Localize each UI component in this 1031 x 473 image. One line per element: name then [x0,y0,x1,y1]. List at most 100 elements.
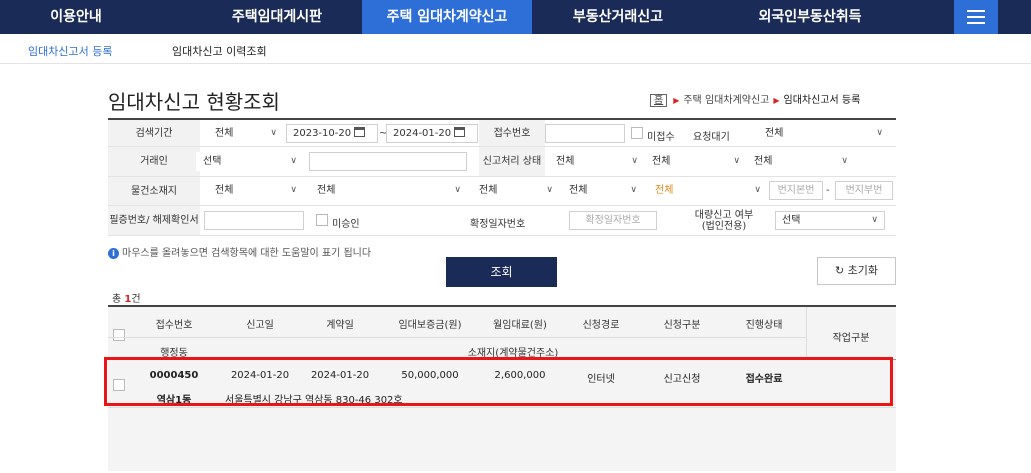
page-title: 임대차신고 현황조회 [108,90,280,114]
breadcrumb-mid[interactable]: 주택 임대차계약신고 [683,95,769,106]
process-select-2-value: 전체 [652,156,671,167]
chevron-down-icon: ∨ [630,185,637,195]
breadcrumb: 홈 ▶ 주택 임대차계약신고 ▶ 임대차신고서 등록 [650,91,861,107]
nav-item-guide[interactable]: 이용안내 [0,0,152,34]
hamburger-icon[interactable] [954,0,998,34]
chevron-down-icon: ∨ [290,156,297,166]
main-lot-input[interactable]: 번지본번 [769,181,823,200]
unreceived-checkbox[interactable] [631,127,643,139]
calendar-icon[interactable] [354,127,366,137]
location-select-5[interactable]: 전체 ∨ [648,181,768,200]
nav-item-realestate-report[interactable]: 부동산거래신고 [542,0,694,34]
subnav-history[interactable]: 임대차신고 이력조회 [172,43,267,59]
search-form: 검색기간 전체 ∨ 2023-10-20 ~ 2024-01-20 접수번호 미접… [108,118,896,236]
sub-lot-input[interactable]: 번지부번 [835,181,893,200]
location-select-3[interactable]: 전체 ∨ [472,181,560,200]
party-label: 거래인 [108,147,200,176]
total-suffix: 건 [131,294,141,305]
fixed-date-input[interactable]: 확정일자번호 [569,211,657,230]
location-select-5-value: 전체 [655,185,674,196]
process-select-1[interactable]: 전체 ∨ [549,152,645,171]
chevron-right-icon: ▶ [673,96,680,105]
process-select-2[interactable]: 전체 ∨ [645,152,747,171]
bulk-label: 대량신고 여부 (법인전용) [694,210,754,232]
receipt-no-label: 접수번호 [479,120,545,146]
process-select-3-value: 전체 [754,156,773,167]
chevron-down-icon: ∨ [876,128,883,138]
request-wait-value: 전체 [765,128,784,139]
chevron-down-icon: ∨ [754,185,761,195]
chevron-down-icon: ∨ [871,215,878,225]
header-vdivider [806,307,807,359]
form-row-party: 거래인 선택 ∨ 신고처리 상태 전체 ∨ 전체 ∨ 전체 ∨ [108,147,896,177]
nav-item-rental-report[interactable]: 주택 임대차계약신고 [362,0,532,34]
fixed-date-label: 확정일자번호 [470,219,526,230]
unapproved-checkbox[interactable] [316,214,328,226]
chevron-down-icon: ∨ [733,156,740,166]
process-select-1-value: 전체 [556,156,575,167]
total-prefix: 총 [112,294,125,305]
th-receipt-no: 접수번호 [155,320,193,331]
chevron-down-icon: ∨ [454,185,461,195]
form-row-period: 검색기간 전체 ∨ 2023-10-20 ~ 2024-01-20 접수번호 미접… [108,120,896,147]
period-select[interactable]: 전체 ∨ [208,124,284,143]
bulk-select-value: 선택 [782,215,801,226]
date-from-value: 2023-10-20 [293,128,352,139]
date-to-input[interactable]: 2024-01-20 [386,124,478,143]
location-select-1[interactable]: 전체 ∨ [208,181,304,200]
info-icon: i [108,248,119,259]
row-divider [108,407,896,408]
search-button[interactable]: 조회 [446,257,557,287]
chevron-down-icon: ∨ [290,185,297,195]
location-select-1-value: 전체 [215,185,234,196]
party-select-value: 선택 [203,156,222,167]
top-nav: 이용안내 주택임대게시판 주택 임대차계약신고 부동산거래신고 외국인부동산취득 [0,0,1031,34]
nav-item-foreign-acquisition[interactable]: 외국인부동산취득 [720,0,900,34]
location-label: 물건소재지 [108,177,200,205]
th-type: 신청구분 [663,320,701,331]
reset-button-label: 초기화 [847,264,879,277]
process-select-3[interactable]: 전체 ∨ [747,152,855,171]
chevron-down-icon: ∨ [631,156,638,166]
lot-dash: - [826,185,830,196]
request-wait-select[interactable]: 전체 ∨ [758,124,890,143]
chevron-right-icon: ▶ [773,96,780,105]
highlight-box [104,357,893,406]
form-row-cert: 필증번호/ 해제확인서 미승인 확정일자번호 확정일자번호 대량신고 여부 (법… [108,206,896,236]
period-select-value: 전체 [215,128,234,139]
refresh-icon: ↻ [834,264,848,277]
nav-item-rental-board[interactable]: 주택임대게시판 [201,0,353,34]
breadcrumb-current: 임대차신고서 등록 [783,95,861,106]
th-work-type: 작업구분 [832,333,870,344]
party-input[interactable] [309,152,467,171]
unreceived-label: 미접수 [647,132,675,143]
th-report-date: 신고일 [246,320,274,331]
unapproved-label: 미승인 [332,219,360,230]
chevron-down-icon: ∨ [270,128,277,138]
request-wait-label: 요청대기 [693,132,730,143]
cert-input[interactable] [204,211,304,230]
location-select-4-value: 전체 [569,185,588,196]
breadcrumb-home[interactable]: 홈 [650,94,668,107]
th-deposit: 임대보증금(원) [398,320,462,331]
chevron-down-icon: ∨ [841,156,848,166]
calendar-icon[interactable] [454,127,466,137]
cert-label: 필증번호/ 해제확인서 [108,206,200,235]
subnav-register[interactable]: 임대차신고서 등록 [28,43,112,59]
location-select-2[interactable]: 전체 ∨ [310,181,468,200]
th-contract-date: 계약일 [326,320,354,331]
receipt-no-input[interactable] [545,124,625,143]
sub-nav: 임대차신고서 등록 임대차신고 이력조회 [0,34,1031,64]
chevron-down-icon: ∨ [546,185,553,195]
bulk-select[interactable]: 선택 ∨ [775,211,885,230]
party-select[interactable]: 선택 ∨ [196,152,304,171]
process-label: 신고처리 상태 [479,147,545,176]
help-notice-text: 마우스를 올려놓으면 검색항목에 대한 도움말이 표기 됩니다 [122,248,372,259]
location-select-3-value: 전체 [479,185,498,196]
date-from-input[interactable]: 2023-10-20 [286,124,378,143]
reset-button[interactable]: ↻ 초기화 [817,257,896,285]
location-select-4[interactable]: 전체 ∨ [562,181,644,200]
header-divider [108,337,806,338]
th-status: 진행상태 [745,320,783,331]
select-all-checkbox[interactable] [113,329,125,341]
